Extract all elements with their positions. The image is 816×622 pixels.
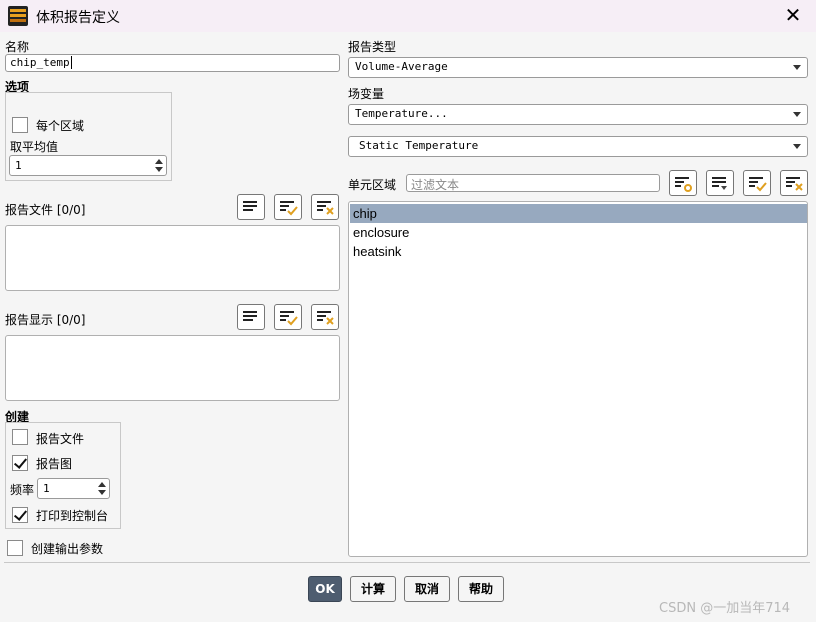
window-title: 体积报告定义 (36, 10, 120, 26)
list-check-icon (749, 177, 767, 192)
report-files-label: 报告文件 [0/0] (5, 203, 86, 217)
list-icon (243, 201, 257, 211)
output-param-checkbox[interactable] (7, 540, 23, 556)
cancel-button[interactable]: 取消 (404, 576, 450, 602)
filter-text-input[interactable]: 过滤文本 (406, 174, 660, 192)
list-check-icon (280, 311, 298, 326)
report-plots-list[interactable] (5, 335, 340, 401)
select-all-plots-button[interactable] (237, 304, 265, 330)
cell-zones-list[interactable]: chip enclosure heatsink (348, 201, 808, 557)
clear-zones-button[interactable] (780, 170, 808, 196)
help-button[interactable]: 帮助 (458, 576, 504, 602)
check-files-button[interactable] (274, 194, 302, 220)
chevron-down-icon (793, 144, 801, 149)
check-plots-button[interactable] (274, 304, 302, 330)
report-file-label: 报告文件 (36, 432, 85, 446)
compute-button[interactable]: 计算 (350, 576, 396, 602)
average-label: 取平均值 (10, 140, 59, 154)
per-zone-checkbox[interactable] (12, 117, 28, 133)
fluent-app-icon (8, 6, 28, 26)
filter-zones-button[interactable] (669, 170, 697, 196)
list-item[interactable]: enclosure (350, 223, 807, 242)
chevron-down-icon (793, 65, 801, 70)
field-variable-value: Temperature... (355, 107, 448, 120)
chevron-down-icon (793, 112, 801, 117)
ok-button[interactable]: OK (308, 576, 342, 602)
divider (4, 562, 810, 563)
frequency-label: 频率 (10, 483, 35, 497)
report-plots-label: 报告显示 [0/0] (5, 313, 86, 327)
watermark: CSDN @一加当年714 (659, 601, 791, 616)
title-bar (0, 0, 816, 32)
filter-placeholder: 过滤文本 (411, 178, 460, 192)
stepper-up-icon[interactable] (155, 159, 163, 164)
name-input[interactable]: chip_temp (5, 54, 340, 72)
name-input-value: chip_temp (10, 56, 70, 69)
clear-files-button[interactable] (311, 194, 339, 220)
stepper-up-icon[interactable] (98, 482, 106, 487)
list-item[interactable]: chip (350, 204, 807, 223)
list-filter-icon (675, 177, 692, 192)
frequency-stepper[interactable]: 1 (37, 478, 110, 499)
average-value: 1 (15, 159, 22, 172)
field-subvariable-select[interactable]: Static Temperature (348, 136, 808, 157)
report-type-label: 报告类型 (348, 40, 397, 54)
select-zones-menu-button[interactable] (706, 170, 734, 196)
list-dropdown-icon (712, 177, 727, 190)
print-console-checkbox[interactable] (12, 507, 28, 523)
frequency-value: 1 (43, 482, 50, 495)
report-file-checkbox[interactable] (12, 429, 28, 445)
list-clear-icon (317, 201, 334, 215)
list-check-icon (280, 201, 298, 216)
per-zone-label: 每个区域 (36, 119, 85, 133)
average-stepper[interactable]: 1 (9, 155, 167, 176)
report-type-select[interactable]: Volume-Average (348, 57, 808, 78)
stepper-down-icon[interactable] (155, 167, 163, 172)
name-label: 名称 (5, 40, 30, 54)
output-param-label: 创建输出参数 (31, 542, 104, 556)
field-variable-label: 场变量 (348, 87, 385, 101)
check-zones-button[interactable] (743, 170, 771, 196)
report-files-list[interactable] (5, 225, 340, 291)
report-plot-label: 报告图 (36, 457, 73, 471)
close-icon[interactable]: ✕ (782, 4, 804, 26)
field-subvariable-value: Static Temperature (359, 139, 479, 152)
list-icon (243, 311, 257, 321)
list-clear-icon (317, 311, 334, 325)
stepper-down-icon[interactable] (98, 490, 106, 495)
cell-zones-label: 单元区域 (348, 178, 397, 192)
field-variable-select[interactable]: Temperature... (348, 104, 808, 125)
list-item[interactable]: heatsink (350, 242, 807, 261)
report-plot-checkbox[interactable] (12, 455, 28, 471)
list-clear-icon (786, 177, 803, 191)
select-all-files-button[interactable] (237, 194, 265, 220)
print-console-label: 打印到控制台 (36, 509, 109, 523)
clear-plots-button[interactable] (311, 304, 339, 330)
report-type-value: Volume-Average (355, 60, 448, 73)
